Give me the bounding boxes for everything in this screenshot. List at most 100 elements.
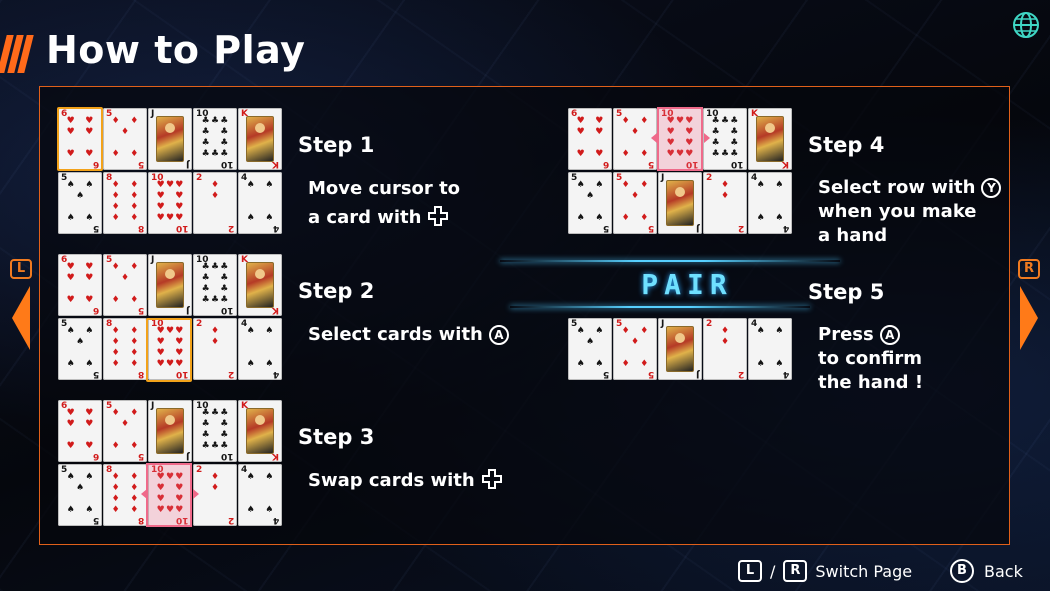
step4-line2: when you make — [818, 201, 977, 222]
card-rank: 5 — [137, 159, 144, 169]
card-pips: ♣ ♣ ♣ ♣ ♣ ♣ ♣ ♣ ♣ ♣ — [201, 262, 229, 305]
card-rank: 4 — [782, 223, 789, 233]
card-pips: ♥ ♥ ♥ ♥ ♥ ♥ — [576, 116, 604, 159]
step4-line3: a hand — [818, 225, 888, 246]
swap-arrow-icon — [141, 489, 147, 499]
card-rank: 4 — [272, 223, 279, 233]
playing-card: 5 ♦ ♦ ♦ ♦ ♦ 5 — [613, 172, 657, 234]
card-cursor — [57, 107, 103, 171]
card-pips: ♦ ♦ ♦ ♦ ♦ — [111, 116, 139, 159]
playing-card: 6 ♥ ♥ ♥ ♥ ♥ ♥ 6 — [58, 400, 102, 462]
playing-card: 5 ♦ ♦ ♦ ♦ ♦ 5 — [613, 318, 657, 380]
step1-line1: Move cursor to — [308, 178, 461, 199]
playing-card: 5 ♠ ♠ ♠ ♠ ♠ 5 — [568, 172, 612, 234]
card-rank: 2 — [227, 515, 234, 525]
playing-card: JJ — [658, 318, 702, 380]
step5-line1: Press — [818, 324, 874, 345]
dpad-icon — [481, 469, 502, 489]
card-rank: 4 — [782, 369, 789, 379]
step3-line1: Swap cards with — [308, 470, 475, 491]
card-rank: J — [151, 401, 155, 411]
card-rank: K — [272, 159, 279, 169]
playing-card: 4 ♠ ♠ ♠ ♠ 4 — [238, 172, 282, 234]
card-rank: 5 — [92, 369, 99, 379]
playing-card: 5 ♦ ♦ ♦ ♦ ♦ 5 — [103, 108, 147, 170]
a-button-icon: A — [488, 325, 509, 345]
card-rank: J — [185, 305, 189, 315]
card-rank: 2 — [227, 223, 234, 233]
playing-card: 6 ♥ ♥ ♥ ♥ ♥ ♥ 6 — [568, 108, 612, 170]
playing-card: 4 ♠ ♠ ♠ ♠ 4 — [748, 318, 792, 380]
card-rank: 5 — [602, 369, 609, 379]
card-pips: ♣ ♣ ♣ ♣ ♣ ♣ ♣ ♣ ♣ ♣ — [201, 116, 229, 159]
card-pips: ♣ ♣ ♣ ♣ ♣ ♣ ♣ ♣ ♣ ♣ — [201, 408, 229, 451]
step5-text: Press A to confirm the hand ! — [818, 323, 923, 395]
playing-card: JJ — [148, 400, 192, 462]
step5-line1-wrap: Press A — [818, 323, 923, 347]
swap-arrow-icon — [193, 489, 199, 499]
playing-card: 5 ♠ ♠ ♠ ♠ ♠ 5 — [58, 172, 102, 234]
card-pips: ♦ ♦ ♦ ♦ ♦ ♦ ♦ ♦ — [111, 326, 139, 369]
card-rank: 8 — [137, 369, 144, 379]
previous-page-arrow-icon[interactable] — [12, 286, 30, 350]
step3-text: Swap cards with — [308, 466, 503, 495]
step5-line2: to confirm — [818, 348, 923, 369]
playing-card: 4 ♠ ♠ ♠ ♠ 4 — [238, 464, 282, 526]
card-rank: 10 — [221, 305, 234, 315]
card-rank: J — [151, 255, 155, 265]
card-rank: 5 — [92, 223, 99, 233]
playing-card: 2 ♦ ♦ 2 — [193, 318, 237, 380]
swap-highlight — [657, 107, 703, 171]
card-pips: ♦ ♦ ♦ ♦ ♦ — [621, 180, 649, 223]
footer-separator: / — [770, 561, 776, 581]
step1-title: Step 1 — [298, 133, 375, 157]
next-page-arrow-icon[interactable] — [1020, 286, 1038, 350]
step1-line2: a card with — [308, 207, 422, 228]
card-rank: K — [272, 451, 279, 461]
card-rank: 2 — [227, 369, 234, 379]
card-rank: 10 — [221, 451, 234, 461]
card-pips: ♣ ♣ ♣ ♣ ♣ ♣ ♣ ♣ ♣ ♣ — [711, 116, 739, 159]
r-shoulder-button[interactable]: R — [1018, 259, 1040, 279]
playing-card: KK — [238, 400, 282, 462]
card-pips: ♠ ♠ ♠ ♠ — [246, 326, 274, 369]
face-card-art — [246, 262, 274, 308]
face-card-art — [666, 180, 694, 226]
playing-card: 5 ♠ ♠ ♠ ♠ ♠ 5 — [58, 464, 102, 526]
face-card-art — [156, 408, 184, 454]
footer-back[interactable]: B Back — [950, 559, 1023, 583]
pair-banner-line — [500, 260, 840, 262]
face-card-art — [756, 116, 784, 162]
swap-highlight — [146, 463, 192, 527]
card-rank: 4 — [272, 369, 279, 379]
card-rank: 8 — [137, 223, 144, 233]
card-rank: 5 — [92, 515, 99, 525]
card-rank: 5 — [647, 369, 654, 379]
playing-card: 10 ♥ ♥ ♥ ♥ ♥ ♥ ♥ ♥ ♥ ♥ 10 — [148, 172, 192, 234]
playing-card: KK — [238, 108, 282, 170]
card-rank: 5 — [647, 159, 654, 169]
playing-card: 5 ♦ ♦ ♦ ♦ ♦ 5 — [103, 400, 147, 462]
card-pips: ♠ ♠ ♠ ♠ — [246, 472, 274, 515]
card-cursor — [146, 318, 192, 382]
l-shoulder-button[interactable]: L — [10, 259, 32, 279]
card-pips: ♦ ♦ ♦ ♦ ♦ — [621, 116, 649, 159]
card-rank: 2 — [737, 223, 744, 233]
footer-switch-page[interactable]: L / R Switch Page — [738, 559, 912, 583]
playing-card: 2 ♦ ♦ 2 — [703, 172, 747, 234]
l-key-icon: L — [738, 560, 762, 582]
card-pips: ♦ ♦ — [720, 180, 730, 201]
playing-card: JJ — [148, 108, 192, 170]
card-rank: 10 — [176, 223, 189, 233]
title-stripes-decoration — [0, 35, 38, 73]
step4-text: Select row with Y when you make a hand — [818, 176, 1002, 248]
card-rank: J — [185, 451, 189, 461]
globe-icon[interactable] — [1011, 10, 1041, 40]
card-rank: 5 — [137, 451, 144, 461]
face-card-art — [156, 116, 184, 162]
card-pips: ♥ ♥ ♥ ♥ ♥ ♥ ♥ ♥ ♥ ♥ — [156, 180, 184, 223]
card-pips: ♠ ♠ ♠ ♠ — [756, 180, 784, 223]
b-button-icon: B — [950, 559, 974, 583]
card-pips: ♦ ♦ — [210, 326, 220, 347]
card-rank: J — [661, 173, 665, 183]
